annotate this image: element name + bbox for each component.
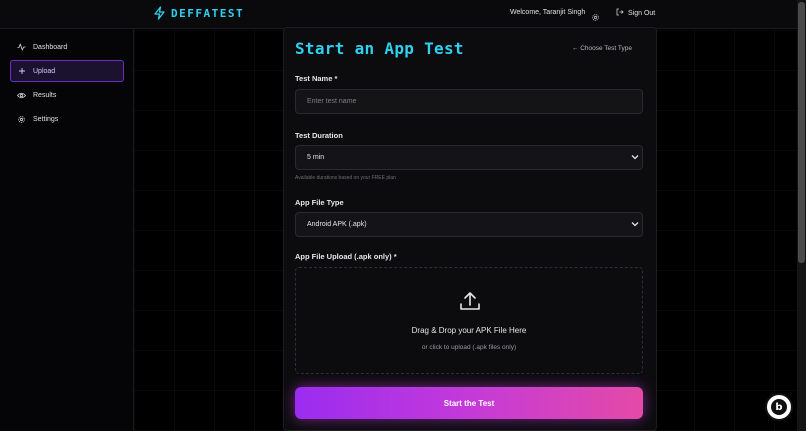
lightning-icon	[153, 6, 166, 20]
test-name-input[interactable]: Enter test name	[295, 89, 643, 114]
floating-badge[interactable]: b	[765, 393, 793, 421]
activity-icon	[17, 43, 26, 51]
start-test-button[interactable]: Start the Test	[295, 387, 643, 419]
sign-out-label: Sign Out	[628, 9, 656, 17]
upload-icon	[459, 290, 481, 317]
app-logo[interactable]: DEFFATEST	[153, 6, 244, 20]
logout-icon	[616, 8, 624, 18]
sidebar-item-label: Settings	[33, 115, 59, 123]
start-test-form: Start an App Test ← Choose Test Type Tes…	[283, 27, 657, 431]
file-dropzone[interactable]: Drag & Drop your APK File Here or click …	[295, 267, 643, 374]
sidebar-item-label: Results	[33, 91, 57, 99]
file-type-select[interactable]: Android APK (.apk)	[295, 212, 643, 237]
dropzone-title: Drag & Drop your APK File Here	[411, 326, 527, 335]
file-type-value: Android APK (.apk)	[307, 221, 367, 228]
page-title: Start an App Test	[295, 39, 464, 58]
test-duration-label: Test Duration	[295, 131, 343, 140]
file-upload-label: App File Upload (.apk only) *	[295, 252, 397, 261]
test-duration-select[interactable]: 5 min	[295, 145, 643, 170]
scrollbar-thumb[interactable]	[798, 2, 805, 263]
chevron-down-icon	[631, 154, 639, 162]
plus-icon	[18, 67, 26, 75]
sidebar-item-results[interactable]: Results	[10, 84, 124, 106]
chevron-down-icon	[631, 221, 639, 229]
eye-icon	[17, 92, 26, 99]
duration-hint: Available durations based on your FREE p…	[295, 175, 396, 181]
page-scrollbar[interactable]	[797, 0, 806, 431]
welcome-text: Welcome, Taranjit Singh	[510, 9, 586, 16]
sidebar-item-settings[interactable]: Settings	[10, 108, 124, 130]
test-name-placeholder: Enter test name	[307, 98, 357, 105]
gear-icon	[17, 115, 26, 124]
sidebar-item-label: Dashboard	[33, 43, 68, 51]
test-duration-value: 5 min	[307, 154, 325, 161]
dropzone-subtitle: or click to upload (.apk files only)	[421, 344, 517, 351]
sidebar-item-upload[interactable]: Upload	[10, 60, 124, 82]
badge-letter: b	[771, 399, 787, 415]
file-type-label: App File Type	[295, 198, 344, 207]
choose-test-type-link[interactable]: ← Choose Test Type	[572, 45, 632, 52]
sidebar-item-dashboard[interactable]: Dashboard	[10, 36, 124, 58]
sign-out-button[interactable]: Sign Out	[616, 8, 655, 18]
sidebar-item-label: Upload	[33, 67, 56, 75]
test-name-label: Test Name *	[295, 74, 338, 83]
sidebar: Dashboard Upload Results Settings	[0, 29, 134, 431]
top-header: DEFFATEST Welcome, Taranjit Singh Sign O…	[0, 0, 797, 29]
settings-gear-icon[interactable]	[591, 9, 600, 27]
logo-text: DEFFATEST	[171, 6, 245, 20]
